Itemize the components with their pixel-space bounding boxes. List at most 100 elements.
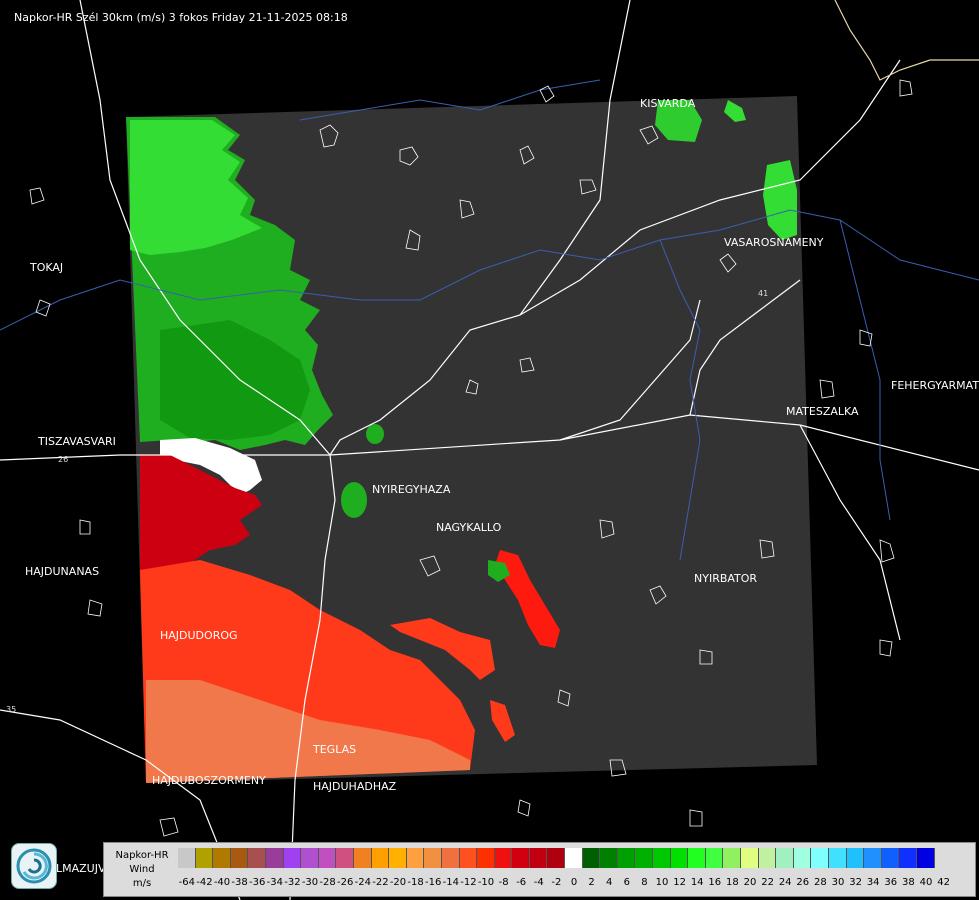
legend-title: Napkor-HR Wind m/s [108, 849, 176, 891]
legend-tick-label: -42 [196, 877, 213, 888]
legend-tick-label: -22 [372, 877, 389, 888]
legend-swatch [670, 848, 689, 868]
legend-swatch [793, 848, 812, 868]
town-label-hajdunanas: HAJDUNANAS [25, 565, 100, 578]
legend-tick-label: 8 [641, 877, 648, 888]
legend-source: Napkor-HR [115, 850, 169, 861]
legend-swatch [248, 848, 266, 868]
legend-tick-label: -40 [213, 877, 231, 888]
legend-swatch [741, 848, 759, 868]
town-label-hajduhadhaz: HAJDUHADHAZ [313, 780, 397, 793]
legend-swatch [477, 848, 495, 868]
legend-swatches [178, 848, 935, 868]
town-label-hajdudorog: HAJDUDOROG [160, 629, 238, 642]
legend-tick-label: -4 [533, 877, 544, 888]
legend-tick-label: -24 [354, 877, 371, 888]
legend-swatch [178, 848, 196, 868]
legend-swatch [318, 848, 337, 868]
legend-tick-label: -14 [442, 877, 459, 888]
legend-swatch [441, 848, 460, 868]
legend-swatch [723, 848, 741, 868]
legend-tick-label: -28 [319, 877, 336, 888]
legend-tick-label: 26 [796, 877, 810, 888]
town-label-tokaj: TOKAJ [30, 261, 64, 274]
wind-legend: Napkor-HR Wind m/s -64 -42 -40 -38 -36 -34 -32… [103, 842, 976, 897]
legend-tick-label: -12 [460, 877, 477, 888]
legend-swatch [688, 848, 706, 868]
legend-swatch [617, 848, 636, 868]
legend-tick-label: 4 [606, 877, 613, 888]
legend-swatch [459, 848, 478, 868]
legend-swatch [811, 848, 829, 868]
legend-swatch [776, 848, 794, 868]
legend-tick-label: -64 [178, 877, 195, 888]
legend-tick-label: 38 [902, 877, 915, 888]
legend-tick-label: -16 [425, 877, 442, 888]
legend-swatch [758, 848, 777, 868]
legend-swatch [230, 848, 249, 868]
legend-tick-label: 10 [655, 877, 669, 888]
legend-swatch [653, 848, 671, 868]
legend-tick-label: 36 [884, 877, 898, 888]
map-title: Napkor-HR Szél 30km (m/s) 3 fokos Friday… [14, 11, 348, 24]
legend-tick-label: 18 [726, 877, 739, 888]
legend-swatch [512, 848, 530, 868]
legend-tick-label: -34 [266, 877, 283, 888]
legend-swatch [600, 848, 618, 868]
legend-tick-label: 32 [849, 877, 862, 888]
town-label-nyirbator: NYIRBATOR [694, 572, 758, 585]
legend-swatch [635, 848, 654, 868]
legend-tick-label: -6 [516, 877, 527, 888]
legend-swatch [565, 848, 583, 868]
legend-swatch [195, 848, 214, 868]
legend-tick-label: 28 [814, 877, 827, 888]
legend-tick-label: -30 [301, 877, 319, 888]
legend-swatch [529, 848, 548, 868]
town-label-teglas: TEGLAS [313, 743, 357, 756]
legend-swatch [582, 848, 601, 868]
legend-swatch [265, 848, 284, 868]
town-label-vasarosnameny: VASAROSNAMENY [724, 236, 824, 249]
legend-swatch [283, 848, 302, 868]
legend-swatch [406, 848, 425, 868]
legend-variable: Wind [129, 864, 155, 875]
legend-swatch [547, 848, 566, 868]
legend-tick-label: 42 [937, 877, 950, 888]
legend-swatch [864, 848, 882, 868]
radar-map: 26 41 35 [0, 0, 979, 900]
legend-tick-label: 34 [866, 877, 880, 888]
town-label-tiszavasvari: TISZAVASVARI [38, 435, 116, 448]
napkor-logo [11, 843, 57, 889]
legend-tick-label: -20 [389, 877, 407, 888]
legend-swatch [371, 848, 390, 868]
town-label-mateszalka: MATESZALKA [786, 405, 859, 418]
town-label-hajduboszormeny: HAJDUBOSZORMENY [152, 774, 266, 787]
echo-green-small [366, 424, 384, 444]
town-label-fehergyarmat: FEHERGYARMAT [891, 379, 979, 392]
legend-swatch [424, 848, 442, 868]
legend-swatch [389, 848, 407, 868]
legend-tick-label: 12 [673, 877, 686, 888]
legend-tick-label: -32 [284, 877, 301, 888]
legend-unit: m/s [132, 878, 152, 889]
legend-tick-label: -38 [231, 877, 248, 888]
town-label-nagykallo: NAGYKALLO [436, 521, 502, 534]
road-number-41: 41 [758, 289, 768, 298]
legend-swatch [213, 848, 231, 868]
legend-tick-label: 20 [743, 877, 757, 888]
legend-tick-label: 30 [831, 877, 845, 888]
legend-tick-label: -36 [249, 877, 266, 888]
legend-swatch [301, 848, 319, 868]
legend-tick-label: 2 [588, 877, 595, 888]
legend-swatch [916, 848, 935, 868]
legend-swatch [828, 848, 847, 868]
legend-ticks: -64 -42 -40 -38 -36 -34 -32 -30 -28 -26 -24 -22 -20-… [178, 877, 978, 891]
legend-tick-label: 22 [761, 877, 774, 888]
legend-swatch [899, 848, 917, 868]
legend-tick-label: 24 [778, 877, 792, 888]
swirl-icon [16, 848, 52, 884]
legend-swatch [881, 848, 900, 868]
legend-swatch [846, 848, 865, 868]
legend-tick-label: -26 [337, 877, 354, 888]
legend-swatch [494, 848, 513, 868]
